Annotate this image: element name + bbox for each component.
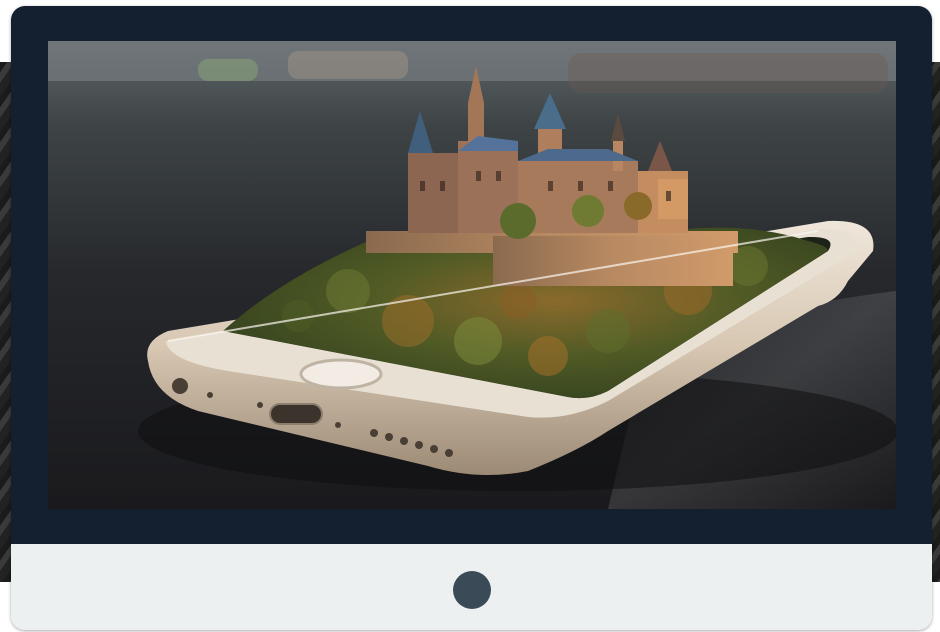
home-button-icon xyxy=(299,358,383,390)
power-button-icon[interactable] xyxy=(453,571,491,609)
monitor-frame xyxy=(11,6,932,630)
monitor-chin xyxy=(11,544,932,630)
monitor-screen-image xyxy=(48,41,896,509)
castle-phone-illustration xyxy=(48,41,896,509)
monitor-bezel xyxy=(11,6,932,544)
